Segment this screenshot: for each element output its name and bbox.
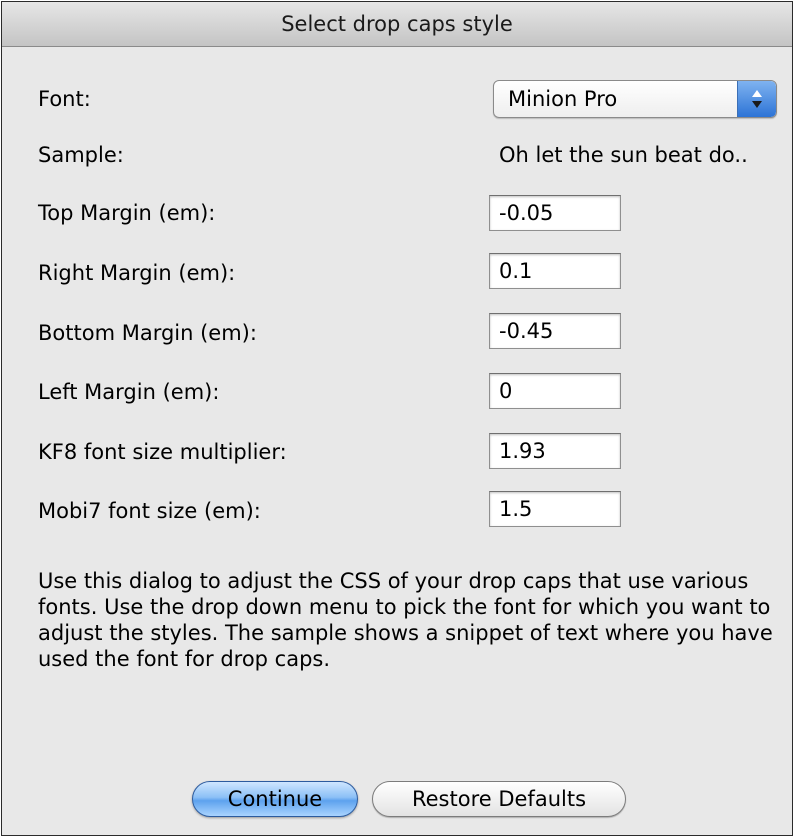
left-margin-input[interactable]	[489, 373, 621, 409]
continue-button[interactable]: Continue	[192, 781, 358, 817]
restore-defaults-button-label: Restore Defaults	[411, 787, 587, 811]
sample-label: Sample:	[38, 143, 124, 167]
right-margin-input[interactable]	[489, 253, 621, 289]
updown-arrows-icon[interactable]	[737, 81, 776, 117]
mobi7-size-label: Mobi7 font size (em):	[38, 499, 261, 523]
bottom-margin-input[interactable]	[489, 313, 621, 349]
font-select-value: Minion Pro	[508, 87, 618, 111]
kf8-multiplier-label: KF8 font size multiplier:	[38, 440, 287, 464]
font-select[interactable]: Minion Pro	[493, 80, 777, 118]
dialog-title: Select drop caps style	[281, 12, 513, 36]
top-margin-label: Top Margin (em):	[38, 201, 216, 225]
kf8-multiplier-input[interactable]	[489, 433, 621, 469]
left-margin-label: Left Margin (em):	[38, 380, 220, 404]
top-margin-input[interactable]	[489, 195, 621, 231]
drop-caps-dialog: Select drop caps style Font: Minion Pro …	[1, 1, 793, 836]
right-margin-label: Right Margin (em):	[38, 261, 236, 285]
help-text: Use this dialog to adjust the CSS of you…	[38, 569, 773, 671]
mobi7-size-input[interactable]	[489, 491, 621, 527]
font-label: Font:	[38, 87, 91, 111]
sample-text: Oh let the sun beat do..	[499, 143, 748, 167]
restore-defaults-button[interactable]: Restore Defaults	[372, 781, 626, 817]
dialog-title-bar: Select drop caps style	[2, 2, 792, 47]
continue-button-label: Continue	[227, 787, 323, 811]
bottom-margin-label: Bottom Margin (em):	[38, 321, 257, 345]
